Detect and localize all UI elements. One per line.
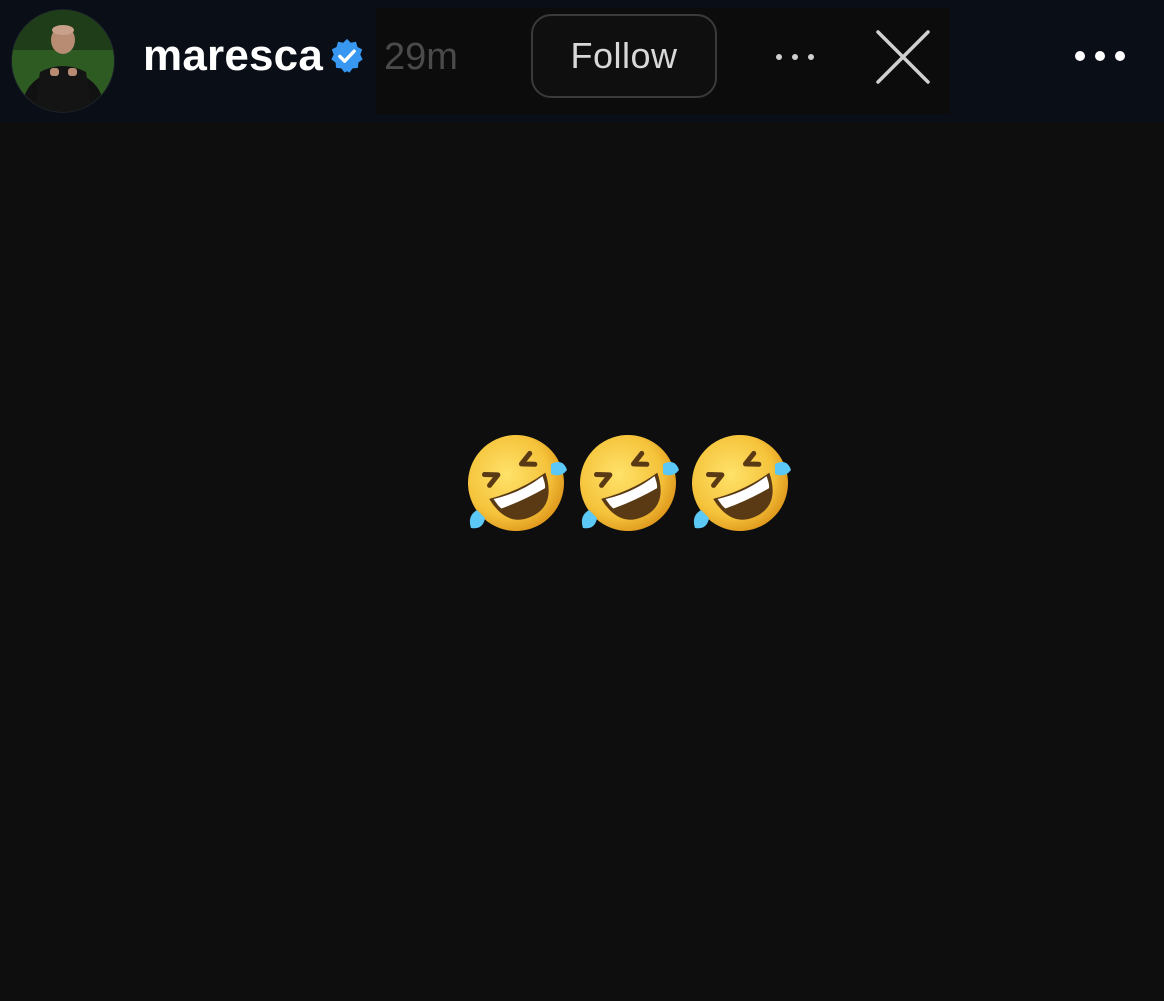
story-header: maresca 29m Follow bbox=[0, 0, 1164, 122]
close-icon[interactable] bbox=[874, 28, 932, 86]
username[interactable]: maresca bbox=[143, 30, 323, 82]
story-content[interactable] bbox=[0, 122, 1164, 1001]
rolling-laughing-emoji-icon bbox=[692, 435, 791, 531]
avatar-photo-icon bbox=[12, 10, 114, 112]
story-options-icon[interactable] bbox=[1072, 40, 1128, 72]
rolling-laughing-emoji-icon bbox=[580, 435, 679, 531]
post-time: 29m bbox=[384, 36, 458, 78]
follow-button[interactable]: Follow bbox=[531, 14, 717, 98]
verified-badge-icon bbox=[331, 38, 363, 73]
more-dots-icon[interactable] bbox=[770, 42, 820, 72]
story-text bbox=[463, 430, 793, 540]
profile-avatar[interactable] bbox=[12, 10, 114, 112]
rolling-laughing-emoji-icon bbox=[468, 435, 567, 531]
